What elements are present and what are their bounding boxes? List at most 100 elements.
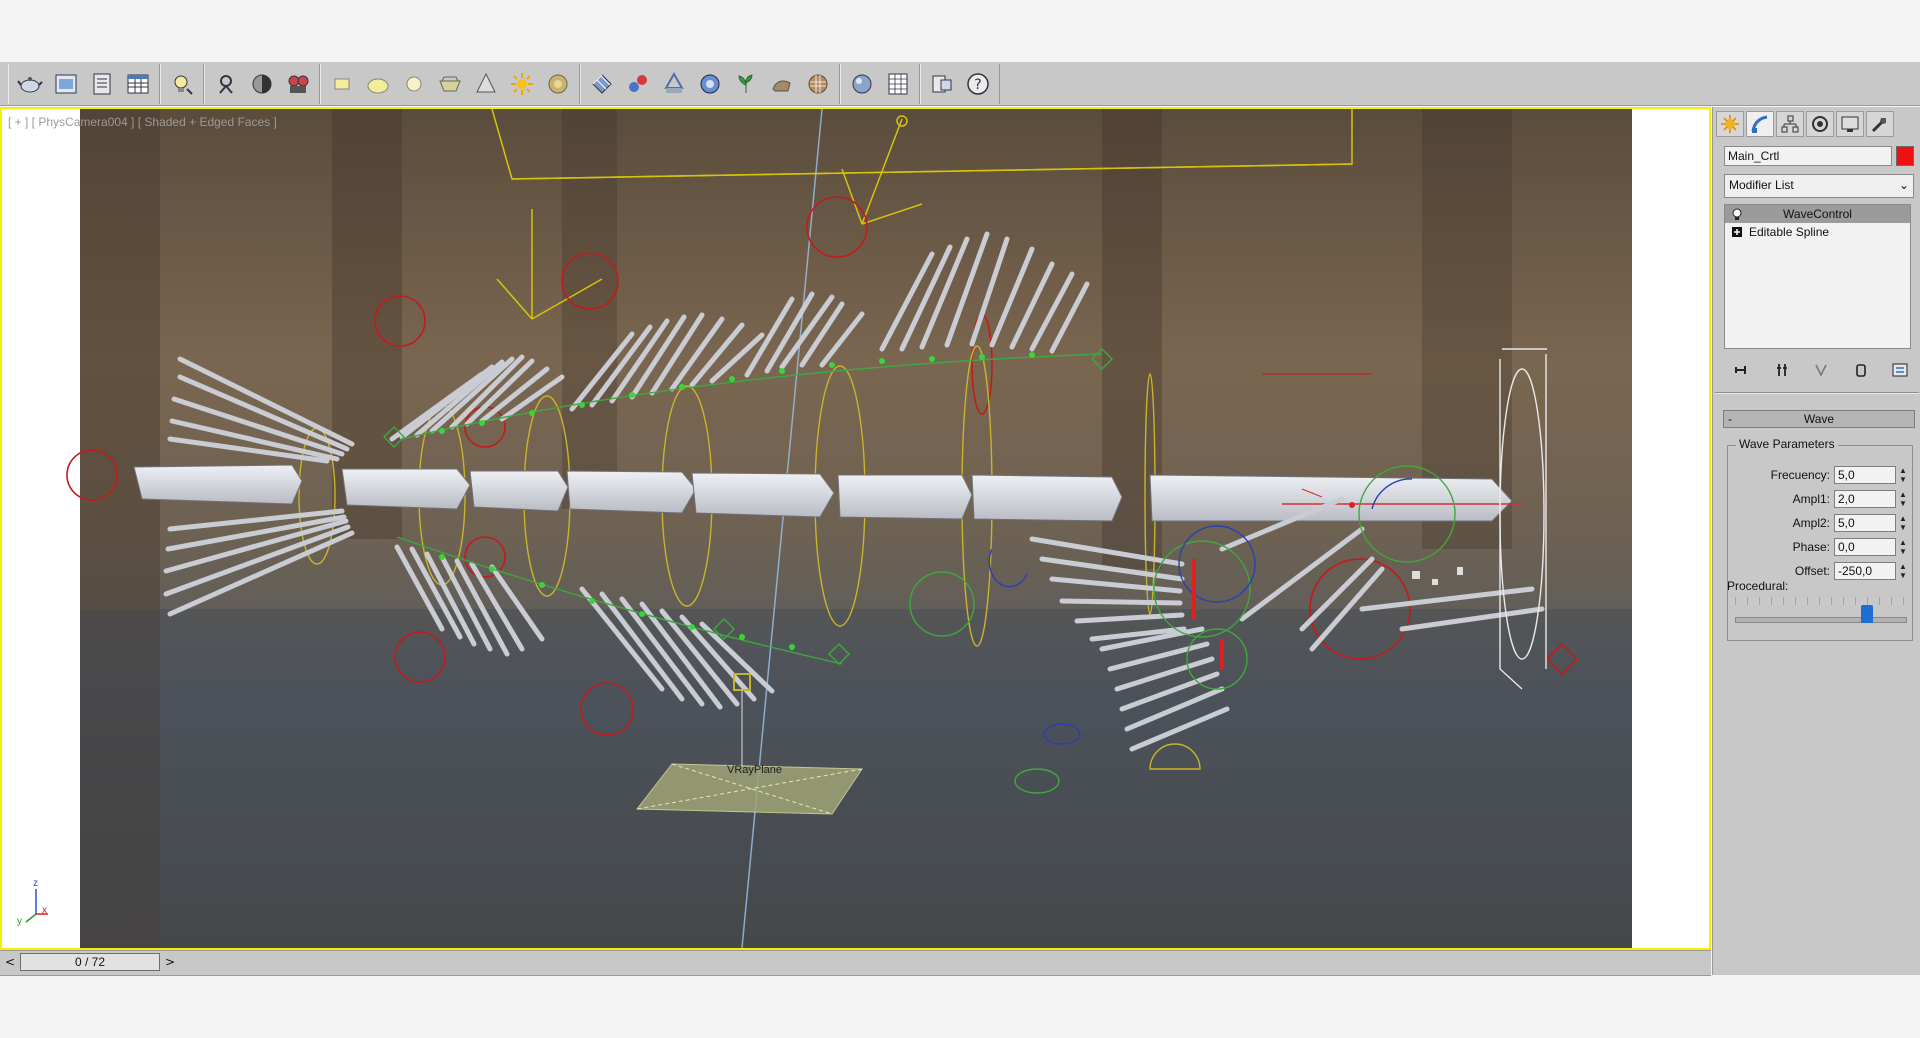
toolbar-group-fx <box>204 63 320 104</box>
show-end-result-icon[interactable] <box>1771 359 1793 381</box>
animal-icon[interactable] <box>766 68 798 100</box>
modify-tab-icon[interactable] <box>1746 111 1774 137</box>
collapse-icon[interactable]: - <box>1728 411 1732 427</box>
disc-icon[interactable] <box>542 68 574 100</box>
stack-toolbar <box>1731 359 1911 381</box>
molecule-icon[interactable] <box>622 68 654 100</box>
main-toolbar: ? <box>0 62 1920 106</box>
ampl1-input[interactable]: 2,0 <box>1834 490 1896 508</box>
object-name-field[interactable]: Main_Crtl <box>1724 146 1892 166</box>
offset-spinner-icon[interactable]: ▲ ▼ <box>1898 562 1908 580</box>
command-panel-tabs <box>1716 111 1896 137</box>
param-row-ampl1: Ampl1: 2,0 ▲ ▼ <box>1728 490 1914 510</box>
axis-gizmo: z x y <box>17 878 48 927</box>
pin-stack-icon[interactable] <box>1731 359 1753 381</box>
ellipse-icon[interactable] <box>362 68 394 100</box>
perspective-viewport[interactable]: [ + ] [ PhysCamera004 ] [ Shaded + Edged… <box>0 107 1711 950</box>
stack-item-wavecontrol[interactable]: WaveControl <box>1725 205 1910 223</box>
sun-icon[interactable] <box>506 68 538 100</box>
create-tab-icon[interactable] <box>1716 111 1744 137</box>
vray-plane-label: VRayPlane <box>727 764 782 776</box>
viewport-label[interactable]: [ + ] [ PhysCamera004 ] [ Shaded + Edged… <box>8 115 277 129</box>
rollout-title: Wave <box>1803 412 1835 426</box>
modifier-list-dropdown[interactable]: Modifier List ⌄ <box>1724 174 1914 198</box>
param-label: Ampl1: <box>1792 492 1830 506</box>
utilities-tab-icon[interactable] <box>1866 111 1894 137</box>
motion-tab-icon[interactable] <box>1806 111 1834 137</box>
help-icon[interactable]: ? <box>962 68 994 100</box>
modifier-stack[interactable]: WaveControl Editable Spline <box>1724 204 1911 349</box>
particle-icon[interactable] <box>210 68 242 100</box>
grid-pattern-icon[interactable] <box>586 68 618 100</box>
make-unique-icon[interactable] <box>1810 359 1832 381</box>
chevron-down-icon: ⌄ <box>1898 178 1909 192</box>
param-label: Offset: <box>1794 564 1830 578</box>
object-color-swatch[interactable] <box>1896 146 1914 166</box>
modifier-list-label: Modifier List <box>1729 178 1794 192</box>
teapot-icon[interactable] <box>14 68 46 100</box>
procedural-label: Procedural: <box>1727 579 1789 593</box>
time-prev-button[interactable]: < <box>3 954 17 970</box>
stack-item-label: Editable Spline <box>1749 225 1830 239</box>
toolbar-group-create <box>320 63 580 104</box>
axis-z-label: z <box>33 878 38 889</box>
gear-sphere-icon[interactable] <box>694 68 726 100</box>
param-label: Frecuency: <box>1770 468 1830 482</box>
wave-parameters-group: Wave Parameters Frecuency: 5,0 ▲ ▼ Ampl1:… <box>1727 437 1914 641</box>
grid-icon[interactable] <box>882 68 914 100</box>
expand-plus-icon[interactable] <box>1730 225 1744 239</box>
plant-icon[interactable] <box>730 68 762 100</box>
svg-text:?: ? <box>974 77 981 93</box>
panel-separator <box>1715 392 1919 394</box>
time-next-button[interactable]: > <box>163 954 177 970</box>
lightbulb-icon[interactable] <box>1730 207 1744 221</box>
ampl1-spinner-icon[interactable]: ▲ ▼ <box>1898 490 1908 508</box>
procedural-slider[interactable] <box>1735 617 1907 623</box>
display-tab-icon[interactable] <box>1836 111 1864 137</box>
axis-x-label: x <box>42 905 47 916</box>
hierarchy-tab-icon[interactable] <box>1776 111 1804 137</box>
toolbar-group-light <box>160 63 204 104</box>
command-panel: Main_Crtl Modifier List ⌄ WaveControl Ed… <box>1712 107 1920 975</box>
phase-spinner-icon[interactable]: ▲ ▼ <box>1898 538 1908 556</box>
toolbar-group-help: ? <box>920 63 1000 104</box>
bulb-icon[interactable] <box>166 68 198 100</box>
offset-input[interactable]: -250,0 <box>1834 562 1896 580</box>
scene-canvas: VRayPlane <box>66 109 1709 948</box>
sphere-pattern-icon[interactable] <box>802 68 834 100</box>
stack-item-editable-spline[interactable]: Editable Spline <box>1725 223 1910 241</box>
table-icon[interactable] <box>122 68 154 100</box>
sphere-checker-icon[interactable] <box>246 68 278 100</box>
frame-icon[interactable] <box>926 68 958 100</box>
remove-modifier-icon[interactable] <box>1850 359 1872 381</box>
ampl2-input[interactable]: 5,0 <box>1834 514 1896 532</box>
time-slider-thumb[interactable]: 0 / 72 <box>20 953 160 971</box>
param-label: Phase: <box>1792 540 1830 554</box>
sphere-icon[interactable] <box>846 68 878 100</box>
procedural-slider-handle[interactable] <box>1861 605 1873 623</box>
circle-icon[interactable] <box>398 68 430 100</box>
axis-y-label: y <box>17 916 22 927</box>
geometry-icon[interactable] <box>658 68 690 100</box>
param-row-ampl2: Ampl2: 5,0 ▲ ▼ <box>1728 514 1914 534</box>
wave-rollout-header[interactable]: - Wave <box>1723 410 1915 428</box>
cone-icon[interactable] <box>470 68 502 100</box>
ampl2-spinner-icon[interactable]: ▲ ▼ <box>1898 514 1908 532</box>
frecuency-input[interactable]: 5,0 <box>1834 466 1896 484</box>
time-slider[interactable]: < 0 / 72 > <box>0 950 1711 976</box>
toolbar-group-vray <box>580 63 840 104</box>
toolbar-group-render <box>8 63 160 104</box>
render-frame-icon[interactable] <box>50 68 82 100</box>
frecuency-spinner-icon[interactable]: ▲ ▼ <box>1898 466 1908 484</box>
render-setup-icon[interactable] <box>86 68 118 100</box>
teapot-bowl-icon[interactable] <box>434 68 466 100</box>
param-label: Ampl2: <box>1792 516 1830 530</box>
param-row-phase: Phase: 0,0 ▲ ▼ <box>1728 538 1914 558</box>
toolbar-group-misc <box>840 63 920 104</box>
configure-modifier-sets-icon[interactable] <box>1889 359 1911 381</box>
phase-input[interactable]: 0,0 <box>1834 538 1896 556</box>
plane-icon[interactable] <box>326 68 358 100</box>
wave-parameters-title: Wave Parameters <box>1736 437 1838 451</box>
stack-item-label: WaveControl <box>1783 207 1852 221</box>
camera-reel-icon[interactable] <box>282 68 314 100</box>
